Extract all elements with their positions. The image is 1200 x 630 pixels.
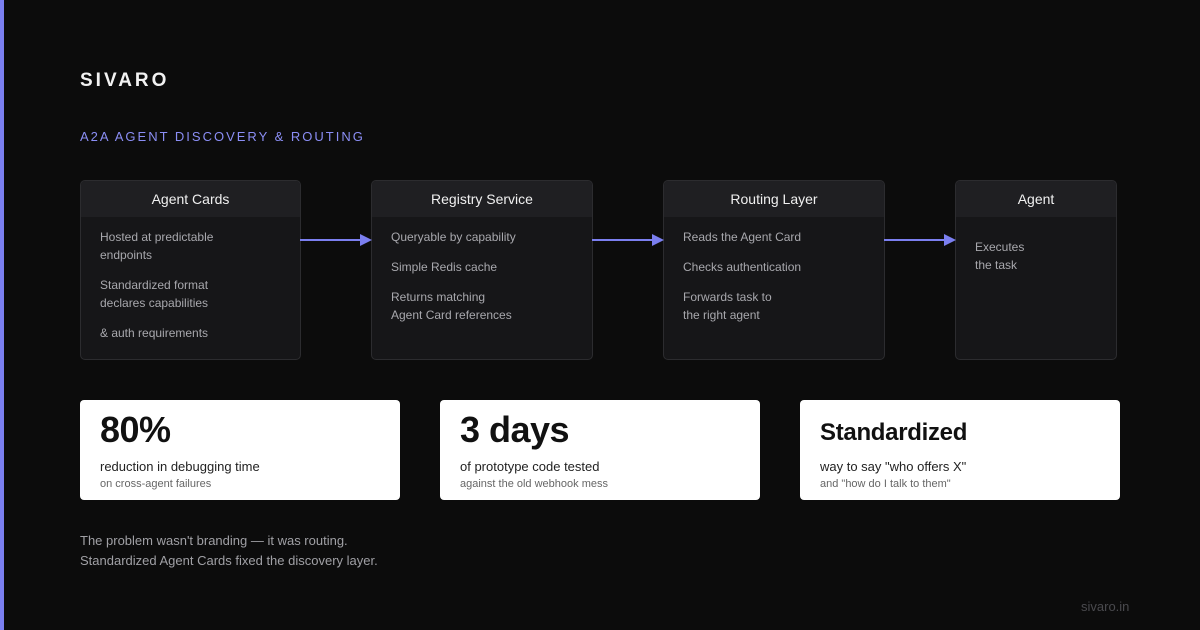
stat-sub: and "how do I talk to them" (820, 478, 951, 490)
flow-node-registry-service: Registry Service Queryable by capability… (371, 180, 593, 360)
node-line: Queryable by capability (391, 230, 516, 244)
node-line: Checks authentication (683, 260, 802, 274)
stat-sub: against the old webhook mess (460, 478, 608, 490)
stat-value: Standardized (820, 419, 968, 446)
stat-value: 3 days (460, 409, 570, 450)
brand-logo: SIVARO (80, 70, 170, 91)
node-title: Agent (956, 181, 1116, 217)
node-line: Returns matching Agent Card references (391, 290, 512, 322)
node-title: Agent Cards (81, 181, 300, 217)
stat-label: way to say "who offers X" (820, 459, 967, 474)
node-line: Executes the task (975, 240, 1025, 272)
footnote: The problem wasn't branding — it was rou… (80, 531, 378, 571)
stat-label: reduction in debugging time (100, 459, 260, 474)
flow-arrow-2 (592, 234, 664, 246)
node-line: Reads the Agent Card (683, 230, 802, 244)
footnote-line-2: Standardized Agent Cards fixed the disco… (80, 553, 378, 568)
flow-node-agent-cards: Agent Cards Hosted at predictable endpoi… (80, 180, 301, 360)
footnote-line-1: The problem wasn't branding — it was rou… (80, 533, 348, 548)
flow-node-agent: Agent Executes the task (955, 180, 1117, 360)
stat-value: 80% (100, 409, 171, 450)
node-line: Simple Redis cache (391, 260, 498, 274)
node-title: Registry Service (372, 181, 592, 217)
node-title: Routing Layer (664, 181, 884, 217)
page-subtitle: A2A AGENT DISCOVERY & ROUTING (80, 129, 365, 144)
stat-card-debugging: 80% reduction in debugging time on cross… (80, 400, 400, 500)
node-line: & auth requirements (100, 326, 209, 340)
stat-label: of prototype code tested (460, 459, 600, 474)
stat-card-standardized: Standardized way to say "who offers X" a… (800, 400, 1120, 500)
flow-node-routing-layer: Routing Layer Reads the Agent Card Check… (663, 180, 885, 360)
flow-arrow-1 (300, 234, 372, 246)
node-line: Standardized format declares capabilitie… (100, 278, 209, 310)
flow-arrow-3 (884, 234, 956, 246)
accent-bar (0, 0, 4, 630)
footer-url: sivaro.in (1081, 599, 1130, 614)
stat-card-prototype: 3 days of prototype code tested against … (440, 400, 760, 500)
stat-sub: on cross-agent failures (100, 478, 212, 490)
node-line: Forwards task to the right agent (683, 290, 772, 322)
node-line: Hosted at predictable endpoints (100, 230, 214, 262)
